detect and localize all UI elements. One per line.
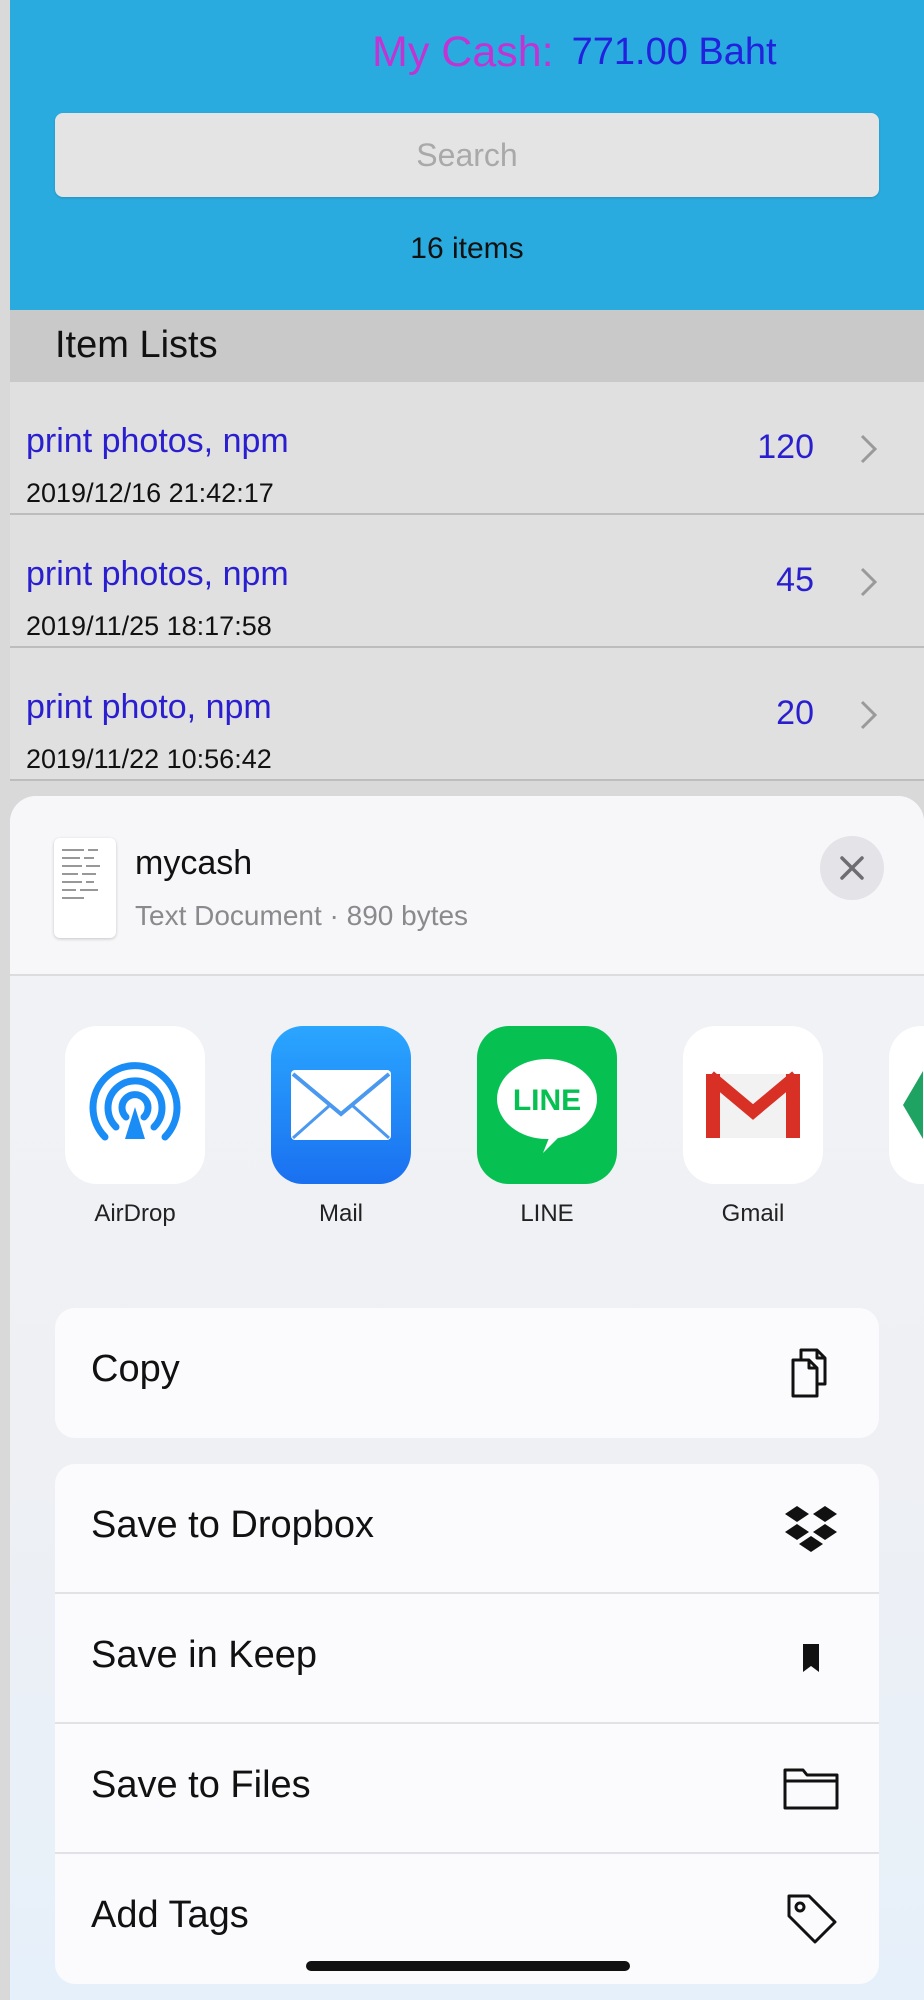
drive-icon — [889, 1026, 924, 1184]
copy-group: Copy — [55, 1308, 879, 1438]
app-label: AirDrop — [94, 1200, 176, 1227]
actions-group: Save to Dropbox Save in Keep Save to Fil… — [55, 1464, 879, 1984]
item-date: 2019/12/16 21:42:17 — [26, 478, 274, 508]
share-sheet: mycash Text Document · 890 bytes AirDrop… — [10, 796, 924, 2000]
line-icon: LINE — [477, 1026, 617, 1184]
action-label: Save in Keep — [91, 1634, 318, 1676]
bookmark-icon — [803, 1644, 819, 1672]
dropbox-icon — [785, 1506, 837, 1552]
gmail-icon — [683, 1026, 823, 1184]
action-label: Save to Dropbox — [91, 1504, 375, 1546]
copy-icon — [791, 1348, 827, 1398]
action-label: Save to Files — [91, 1764, 311, 1806]
chevron-right-icon — [860, 567, 878, 597]
item-list: print photos, npm 2019/12/16 21:42:17 12… — [10, 382, 924, 781]
list-item[interactable]: print photos, npm 2019/12/16 21:42:17 12… — [10, 382, 924, 515]
share-app-mail[interactable]: Mail — [266, 1026, 416, 1228]
mail-icon — [271, 1026, 411, 1184]
item-title: print photos, npm — [26, 555, 289, 593]
item-date: 2019/11/25 18:17:58 — [26, 611, 272, 641]
document-thumbnail — [54, 838, 116, 938]
tag-icon — [787, 1894, 837, 1944]
save-to-dropbox-action[interactable]: Save to Dropbox — [55, 1464, 879, 1594]
share-app-airdrop[interactable]: AirDrop — [60, 1026, 210, 1228]
item-date: 2019/11/22 10:56:42 — [26, 744, 272, 774]
cash-label: My Cash: — [372, 27, 554, 76]
app-label: LINE — [520, 1200, 574, 1227]
app-label: Gmail — [721, 1200, 785, 1227]
app-header: My Cash: 771.00 Baht Search 16 items — [10, 0, 924, 310]
folder-icon — [783, 1768, 839, 1810]
copy-action[interactable]: Copy — [55, 1308, 879, 1438]
share-sheet-header: mycash Text Document · 890 bytes — [10, 796, 924, 976]
item-amount: 45 — [776, 561, 814, 599]
share-app-gmail[interactable]: Gmail — [678, 1026, 828, 1228]
close-icon — [840, 856, 864, 880]
share-app-drive[interactable] — [884, 1026, 924, 1200]
list-item[interactable]: print photo, npm 2019/11/22 10:56:42 20 — [10, 648, 924, 781]
svg-text:LINE: LINE — [513, 1084, 581, 1117]
action-label: Copy — [91, 1348, 180, 1390]
section-title: Item Lists — [55, 324, 218, 366]
list-item[interactable]: print photos, npm 2019/11/25 18:17:58 45 — [10, 515, 924, 648]
item-amount: 20 — [776, 694, 814, 732]
save-to-files-action[interactable]: Save to Files — [55, 1724, 879, 1854]
search-placeholder: Search — [416, 136, 518, 173]
item-title: print photo, npm — [26, 688, 272, 726]
document-name: mycash — [135, 844, 253, 882]
chevron-right-icon — [860, 434, 878, 464]
section-header: Item Lists — [10, 310, 924, 382]
home-indicator — [306, 1961, 630, 1971]
cash-value: 771.00 Baht — [571, 30, 777, 73]
app-label: Mail — [318, 1200, 363, 1227]
close-button[interactable] — [820, 836, 884, 900]
share-app-line[interactable]: LINE LINE — [472, 1026, 622, 1228]
airdrop-icon — [65, 1026, 205, 1184]
cash-summary: My Cash: 771.00 Baht — [372, 22, 777, 82]
items-count: 16 items — [410, 232, 524, 265]
action-label: Add Tags — [91, 1894, 249, 1936]
document-meta: Text Document · 890 bytes — [135, 900, 469, 931]
share-apps-row: AirDrop Mail LINE LINE Gmail — [10, 1026, 924, 1246]
save-in-keep-action[interactable]: Save in Keep — [55, 1594, 879, 1724]
chevron-right-icon — [860, 700, 878, 730]
item-title: print photos, npm — [26, 422, 289, 460]
search-input[interactable]: Search — [55, 113, 879, 197]
item-amount: 120 — [757, 428, 814, 466]
document-preview-icon — [62, 849, 100, 899]
